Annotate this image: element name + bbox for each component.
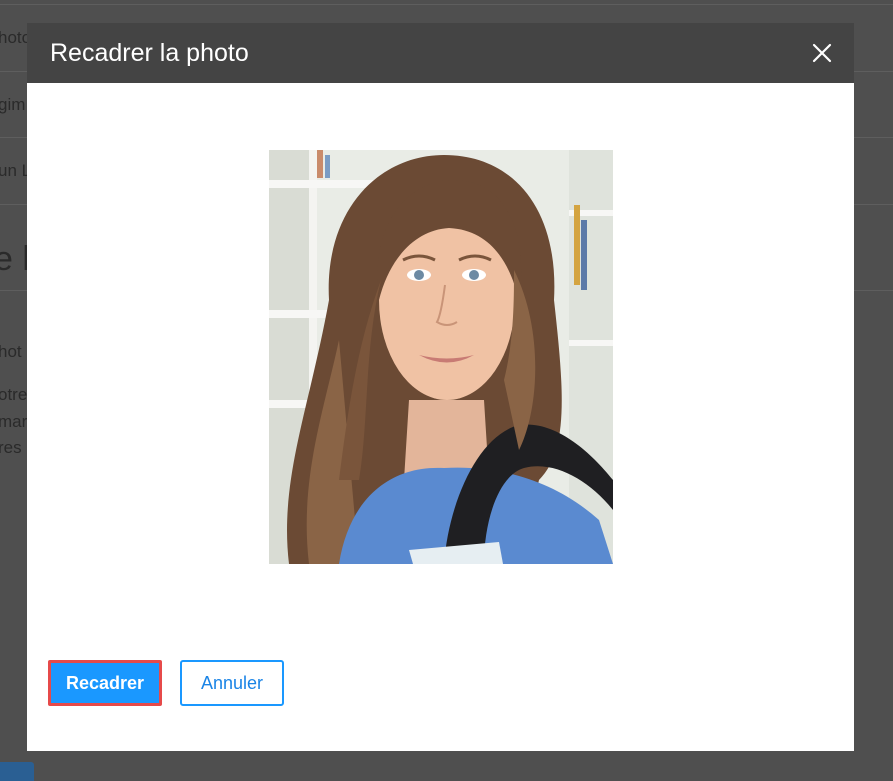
cancel-button[interactable]: Annuler [180, 660, 284, 706]
portrait-photo [269, 150, 613, 564]
dialog-header: Recadrer la photo [27, 23, 854, 83]
dialog-title: Recadrer la photo [50, 38, 249, 67]
close-button[interactable] [810, 41, 834, 65]
background-text: gim [0, 95, 26, 114]
background-text: mar [0, 412, 28, 431]
background-text: hot [0, 342, 22, 361]
background-button [0, 762, 34, 781]
crop-button-label: Recadrer [65, 672, 145, 693]
close-icon [812, 43, 832, 63]
background-text: res [0, 438, 22, 457]
crop-photo-dialog: Recadrer la photo Recadrer Annuler [27, 23, 854, 751]
crop-photo-image[interactable] [269, 150, 613, 564]
background-heading: e l [0, 240, 30, 278]
divider [0, 4, 893, 5]
cancel-button-label: Annuler [200, 672, 264, 693]
crop-button[interactable]: Recadrer [48, 660, 162, 706]
background-text: otre [0, 385, 28, 404]
